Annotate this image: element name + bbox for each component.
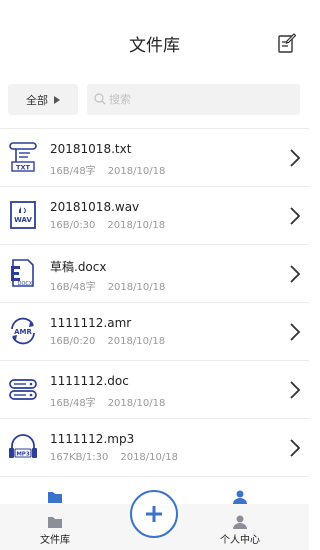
file-date: 2018/10/18 xyxy=(107,220,166,231)
filter-label: 全部 xyxy=(26,93,48,107)
mp3-file-icon: MP3 xyxy=(9,434,37,458)
search-icon xyxy=(94,93,106,105)
folder-icon xyxy=(48,517,62,528)
app-header: 文件库 xyxy=(0,0,309,84)
wav-badge: WAV xyxy=(14,216,32,224)
amr-file-icon: AMR xyxy=(11,317,35,345)
file-date: 2018/10/18 xyxy=(107,166,166,177)
file-meta: 16B/0:20 2018/10/18 xyxy=(50,336,165,347)
wav-file-icon: WAV xyxy=(10,201,36,229)
user-icon xyxy=(233,515,247,529)
file-row[interactable]: DOCX 草稿.docx 16B/48字 2018/10/18 xyxy=(0,245,309,303)
file-size: 16B/0:20 xyxy=(50,336,96,347)
file-size: 167KB/1:30 xyxy=(50,452,109,463)
tab-file-library[interactable]: 文件库 xyxy=(22,504,88,550)
txt-badge: TXT xyxy=(16,164,30,172)
chevron-right-icon xyxy=(290,323,301,341)
page-title: 文件库 xyxy=(129,36,180,56)
file-date: 2018/10/18 xyxy=(107,398,166,409)
file-size: 16B/48字 xyxy=(50,398,96,409)
file-row[interactable]: WAV 20181018.wav 16B/0:30 2018/10/18 xyxy=(0,187,309,245)
docx-badge: DOCX xyxy=(18,281,33,287)
file-name: 20181018.wav xyxy=(50,200,140,214)
caret-right-icon xyxy=(54,95,60,104)
docx-file-icon: DOCX xyxy=(11,259,34,287)
file-name: 1111112.mp3 xyxy=(50,432,135,446)
file-row[interactable]: MP3 1111112.mp3 167KB/1:30 2018/10/18 xyxy=(0,419,309,477)
file-name: 草稿.docx xyxy=(50,260,107,274)
search-box[interactable] xyxy=(87,84,300,115)
filter-bar: 全部 xyxy=(0,84,309,128)
filter-dropdown[interactable]: 全部 xyxy=(8,84,78,115)
file-meta: 167KB/1:30 2018/10/18 xyxy=(50,452,178,463)
tab-label: 文件库 xyxy=(40,535,70,546)
file-date: 2018/10/18 xyxy=(107,336,166,347)
doc-file-icon xyxy=(9,379,37,400)
amr-badge: AMR xyxy=(14,328,32,336)
file-meta: 16B/48字 2018/10/18 xyxy=(50,278,165,293)
file-row[interactable]: 1111112.doc 16B/48字 2018/10/18 xyxy=(0,361,309,419)
chevron-right-icon xyxy=(290,149,301,167)
file-row[interactable]: TXT 20181018.txt 16B/48字 2018/10/18 xyxy=(0,129,309,187)
chevron-right-icon xyxy=(290,207,301,225)
file-list: TXT 20181018.txt 16B/48字 2018/10/18 WAV 2… xyxy=(0,128,309,477)
file-size: 16B/48字 xyxy=(50,166,96,177)
edit-icon[interactable] xyxy=(278,33,296,53)
file-meta: 16B/0:30 2018/10/18 xyxy=(50,220,165,231)
file-name: 1111112.amr xyxy=(50,316,132,330)
tab-label: 个人中心 xyxy=(220,535,260,546)
file-date: 2018/10/18 xyxy=(107,282,166,293)
file-name: 20181018.txt xyxy=(50,142,132,156)
file-meta: 16B/48字 2018/10/18 xyxy=(50,162,165,177)
mp3-badge: MP3 xyxy=(16,452,30,458)
plus-icon xyxy=(146,506,162,522)
search-input[interactable] xyxy=(109,84,294,115)
txt-file-icon: TXT xyxy=(9,142,37,172)
chevron-right-icon xyxy=(290,439,301,457)
file-row[interactable]: AMR 1111112.amr 16B/0:20 2018/10/18 xyxy=(0,303,309,361)
file-size: 16B/0:30 xyxy=(50,220,96,231)
tab-personal-center[interactable]: 个人中心 xyxy=(205,504,275,550)
file-size: 16B/48字 xyxy=(50,282,96,293)
folder-active-icon xyxy=(48,492,62,503)
user-active-icon xyxy=(233,490,247,504)
file-date: 2018/10/18 xyxy=(120,452,178,463)
file-name: 1111112.doc xyxy=(50,374,129,388)
file-meta: 16B/48字 2018/10/18 xyxy=(50,394,165,409)
add-button[interactable] xyxy=(130,490,178,538)
chevron-right-icon xyxy=(290,265,301,283)
chevron-right-icon xyxy=(290,381,301,399)
